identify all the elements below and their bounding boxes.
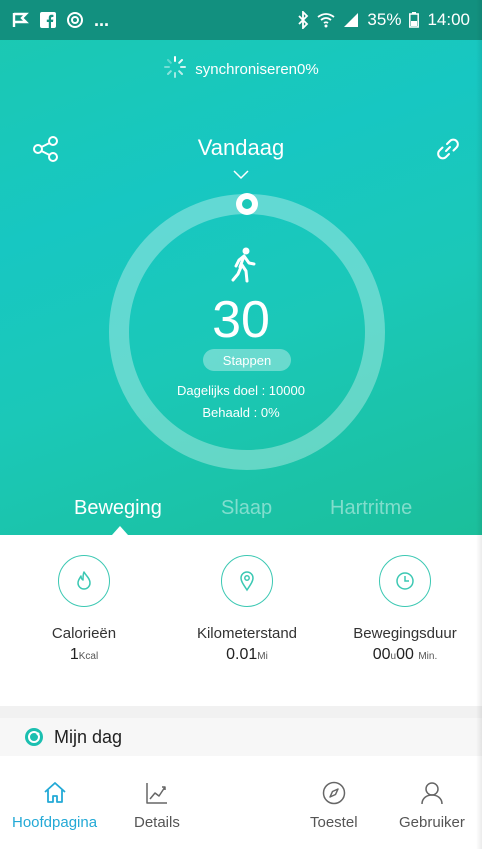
location-pin-icon xyxy=(221,555,273,607)
nav-label: Details xyxy=(134,814,180,831)
compass-icon xyxy=(322,781,346,805)
nav-details[interactable]: Details xyxy=(134,780,180,831)
my-day-header[interactable]: Mijn dag xyxy=(0,718,482,756)
goal-achieved: Behaald : 0% xyxy=(202,405,280,420)
stat-value: 0.01Mi xyxy=(167,646,327,664)
walking-person-icon xyxy=(229,247,261,283)
status-time: 14:00 xyxy=(427,10,470,29)
stats-panel: Calorieën 1Kcal Kilometerstand 0.01Mi Be… xyxy=(0,535,482,707)
app-screen: ... 35% 14:00 synchroniseren0% Vandaag 3… xyxy=(0,0,482,849)
stat-label: Bewegingsduur xyxy=(353,625,457,642)
flame-icon xyxy=(58,555,110,607)
steps-label: Stappen xyxy=(203,349,291,371)
clock-icon xyxy=(379,555,431,607)
steps-count: 30 xyxy=(212,291,270,349)
spinner-icon xyxy=(163,55,187,83)
section-divider xyxy=(0,706,482,718)
frame-shadow xyxy=(476,0,482,849)
signal-icon xyxy=(343,12,359,28)
calories-unit: Kcal xyxy=(78,651,99,662)
activity-hero: ... 35% 14:00 synchroniseren0% Vandaag 3… xyxy=(0,0,482,535)
duration-minute-unit: Min. xyxy=(418,651,438,662)
tab-hartritme[interactable]: Hartritme xyxy=(330,497,412,520)
battery-percentage: 35% xyxy=(367,10,402,29)
sync-status: synchroniseren0% xyxy=(0,55,482,83)
home-icon xyxy=(43,782,66,803)
nav-label: Toestel xyxy=(310,814,358,831)
distance-unit: Mi xyxy=(257,651,268,662)
duration-hours: 00 xyxy=(372,646,391,663)
status-bar: ... 35% 14:00 xyxy=(0,0,482,40)
nav-label: Hoofdpagina xyxy=(12,814,98,831)
stat-duration: Bewegingsduur 00u00 Min. xyxy=(325,535,482,664)
stat-value: 00u00 Min. xyxy=(325,646,482,664)
user-icon xyxy=(421,782,443,805)
app-icon xyxy=(66,11,84,29)
stat-label: Kilometerstand xyxy=(196,625,298,642)
date-selector[interactable]: Vandaag xyxy=(0,135,482,161)
facebook-icon xyxy=(40,12,56,28)
ring-knob-center xyxy=(242,199,252,209)
nav-hoofdpagina[interactable]: Hoofdpagina xyxy=(12,780,97,831)
stat-value: 1Kcal xyxy=(4,646,164,664)
sync-label: synchroniseren0% xyxy=(195,60,319,78)
battery-icon xyxy=(409,12,420,28)
nav-gebruiker[interactable]: Gebruiker xyxy=(399,780,465,831)
stat-label: Calorieën xyxy=(51,625,117,642)
bluetooth-icon xyxy=(297,11,309,29)
active-tab-indicator xyxy=(112,526,128,535)
tab-beweging[interactable]: Beweging xyxy=(74,497,162,520)
more-notifications: ... xyxy=(94,9,110,30)
daily-goal: Dagelijks doel : 10000 xyxy=(177,383,305,398)
distance-value: 0.01 xyxy=(226,646,258,663)
status-right: 35% 14:00 xyxy=(297,10,470,30)
activity-tabs: Beweging Slaap Hartritme xyxy=(0,497,482,535)
chart-icon xyxy=(146,783,167,804)
nav-label: Gebruiker xyxy=(399,814,465,831)
stat-calories: Calorieën 1Kcal xyxy=(4,535,164,664)
nav-toestel[interactable]: Toestel xyxy=(310,780,358,831)
my-day-label: Mijn dag xyxy=(54,726,123,747)
chevron-down-icon[interactable] xyxy=(232,167,250,180)
stat-distance: Kilometerstand 0.01Mi xyxy=(167,535,327,664)
wifi-icon xyxy=(317,12,335,28)
flag-icon xyxy=(12,12,30,28)
status-left: ... xyxy=(12,10,109,31)
calories-value: 1 xyxy=(69,646,79,663)
my-day-icon xyxy=(24,727,44,747)
tab-slaap[interactable]: Slaap xyxy=(221,497,272,520)
duration-minutes: 00 xyxy=(396,646,414,663)
bottom-navigation: Hoofdpagina Details Toestel Gebruiker xyxy=(0,760,482,849)
